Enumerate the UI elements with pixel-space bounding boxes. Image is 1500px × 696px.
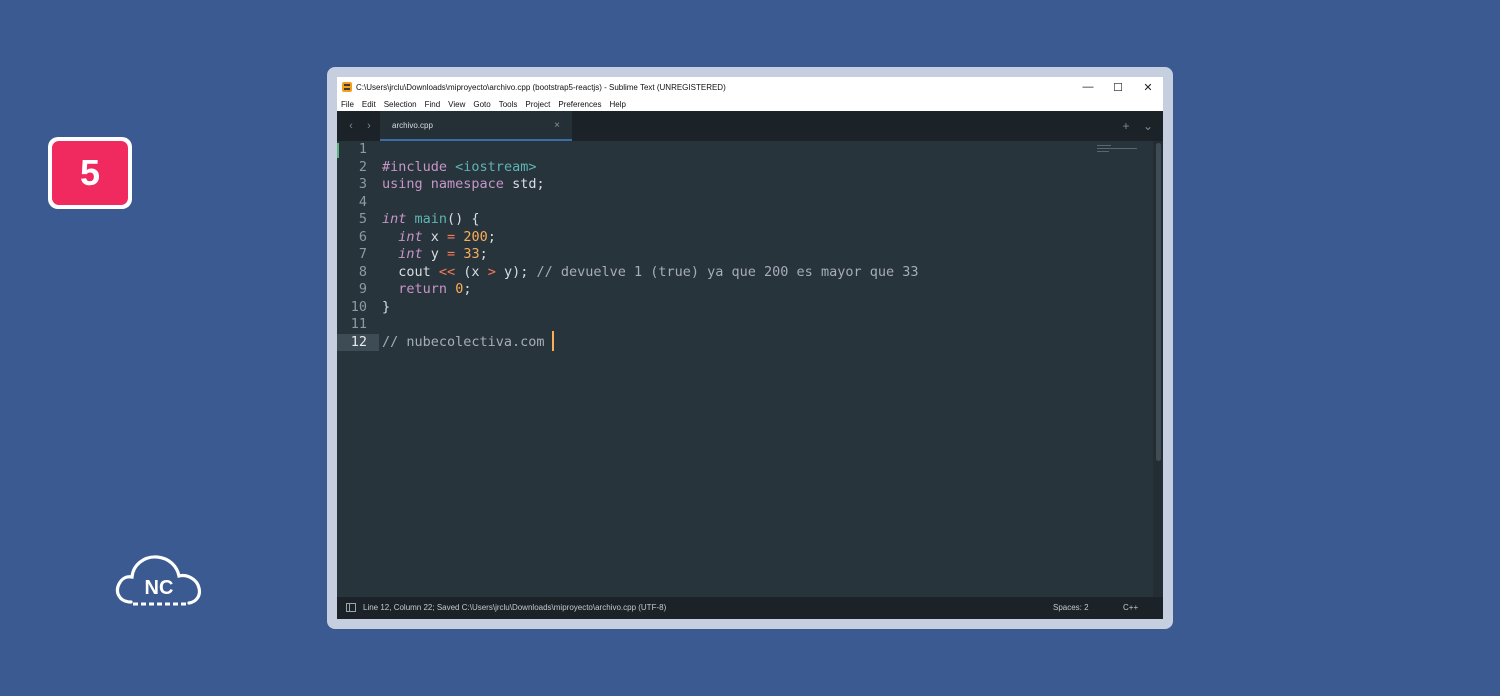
code-token: > — [487, 263, 496, 280]
menu-bar: File Edit Selection Find View Goto Tools… — [337, 97, 1163, 111]
maximize-button[interactable]: ☐ — [1103, 77, 1133, 97]
chevron-right-icon[interactable]: › — [360, 120, 378, 132]
code-token: int — [382, 211, 407, 227]
tab-close-icon[interactable]: × — [554, 120, 560, 131]
menu-tools[interactable]: Tools — [499, 100, 518, 109]
line-number: 1 — [358, 141, 367, 157]
menu-project[interactable]: Project — [525, 100, 550, 109]
line-number: 11 — [350, 316, 367, 332]
code-line: #include <iostream> — [382, 159, 536, 177]
window-title: C:\Users\jrclu\Downloads\miproyecto\arch… — [356, 82, 726, 92]
code-line: using namespace std; — [382, 176, 545, 194]
status-message: Line 12, Column 22; Saved C:\Users\jrclu… — [363, 603, 667, 612]
line-number: 2 — [358, 158, 367, 175]
code-token: y — [422, 246, 448, 262]
tab-actions: + ⌄ — [1115, 111, 1159, 141]
code-line: int y = 33; — [382, 246, 488, 264]
title-bar: C:\Users\jrclu\Downloads\miproyecto\arch… — [337, 77, 1163, 97]
code-line: } — [382, 299, 390, 317]
code-line: // nubecolectiva.com — [382, 334, 545, 352]
tab-dropdown-icon[interactable]: ⌄ — [1137, 119, 1159, 133]
line-number-current: 12 — [337, 333, 379, 351]
nubecolectiva-cloud-logo: NC — [115, 555, 202, 606]
code-token: int — [398, 228, 423, 245]
tab-label: archivo.cpp — [392, 120, 433, 130]
code-token: return — [398, 281, 448, 297]
menu-view[interactable]: View — [448, 100, 465, 109]
code-token: namespace — [430, 176, 504, 192]
code-token: ; — [479, 246, 488, 262]
code-token: } — [382, 298, 391, 315]
tab-navigation: ‹ › — [342, 111, 378, 141]
logo-text: NC — [145, 577, 174, 599]
code-token: ; — [487, 228, 496, 245]
indentation-setting[interactable]: Spaces: 2 — [1053, 603, 1089, 612]
code-token: x — [422, 228, 448, 245]
code-line: cout << (x > y); // devuelve 1 (true) ya… — [382, 264, 918, 282]
step-badge: 5 — [48, 137, 132, 209]
code-token: << — [438, 263, 456, 280]
line-number: 7 — [358, 246, 367, 262]
line-number: 10 — [350, 298, 367, 315]
code-line: int x = 200; — [382, 229, 496, 247]
code-comment: // nubecolectiva.com — [382, 333, 545, 350]
code-token: = — [447, 246, 456, 262]
scrollbar-thumb[interactable] — [1156, 143, 1161, 461]
close-button[interactable]: ✕ — [1133, 77, 1163, 97]
line-number: 5 — [358, 211, 367, 227]
chevron-left-icon[interactable]: ‹ — [342, 120, 360, 132]
code-token: std; — [503, 176, 545, 192]
menu-preferences[interactable]: Preferences — [558, 100, 601, 109]
code-token: <iostream> — [455, 158, 537, 175]
tab-bar: ‹ › archivo.cpp × + ⌄ — [337, 111, 1163, 141]
code-token: = — [447, 228, 456, 245]
code-token: () { — [447, 211, 480, 227]
window-controls: — ☐ ✕ — [1073, 77, 1163, 97]
line-number: 3 — [358, 176, 367, 192]
line-number: 9 — [358, 281, 367, 297]
syntax-selector[interactable]: C++ — [1123, 603, 1138, 612]
line-number: 4 — [358, 193, 367, 210]
line-gutter: 1 2 3 4 5 6 7 8 9 10 11 12 — [337, 141, 379, 597]
menu-help[interactable]: Help — [609, 100, 625, 109]
line-number: 6 — [358, 228, 367, 245]
new-tab-icon[interactable]: + — [1115, 119, 1137, 133]
code-token: y); — [495, 263, 537, 280]
status-bar: Line 12, Column 22; Saved C:\Users\jrclu… — [337, 597, 1163, 619]
menu-goto[interactable]: Goto — [473, 100, 490, 109]
sublime-app-icon — [342, 82, 352, 92]
vertical-scrollbar[interactable] — [1153, 141, 1163, 597]
code-line: int main() { — [382, 211, 480, 229]
code-token: (x — [455, 263, 488, 280]
sublime-window: C:\Users\jrclu\Downloads\miproyecto\arch… — [337, 77, 1163, 619]
minimap[interactable] — [1097, 145, 1143, 159]
code-token: 33 — [463, 246, 480, 262]
step-number: 5 — [52, 141, 128, 205]
code-token: ; — [463, 281, 472, 297]
code-editor[interactable]: 1 2 3 4 5 6 7 8 9 10 11 12 #include <ios… — [337, 141, 1163, 597]
sidebar-toggle-icon[interactable] — [346, 603, 356, 612]
tab-archivo-cpp[interactable]: archivo.cpp × — [380, 111, 572, 141]
menu-find[interactable]: Find — [425, 100, 441, 109]
minimize-button[interactable]: — — [1073, 77, 1103, 97]
line-number: 8 — [358, 263, 367, 280]
text-cursor — [552, 331, 554, 351]
code-token: 200 — [463, 228, 488, 245]
code-token: #include — [382, 158, 448, 175]
menu-edit[interactable]: Edit — [362, 100, 376, 109]
code-token: cout — [398, 263, 439, 280]
code-line: return 0; — [382, 281, 471, 299]
code-token: int — [398, 246, 423, 262]
code-token: main — [414, 211, 448, 227]
code-comment: // devuelve 1 (true) ya que 200 es mayor… — [536, 263, 919, 280]
editor-window-frame: C:\Users\jrclu\Downloads\miproyecto\arch… — [327, 67, 1173, 629]
menu-file[interactable]: File — [341, 100, 354, 109]
code-token: using — [382, 176, 423, 192]
menu-selection[interactable]: Selection — [384, 100, 417, 109]
